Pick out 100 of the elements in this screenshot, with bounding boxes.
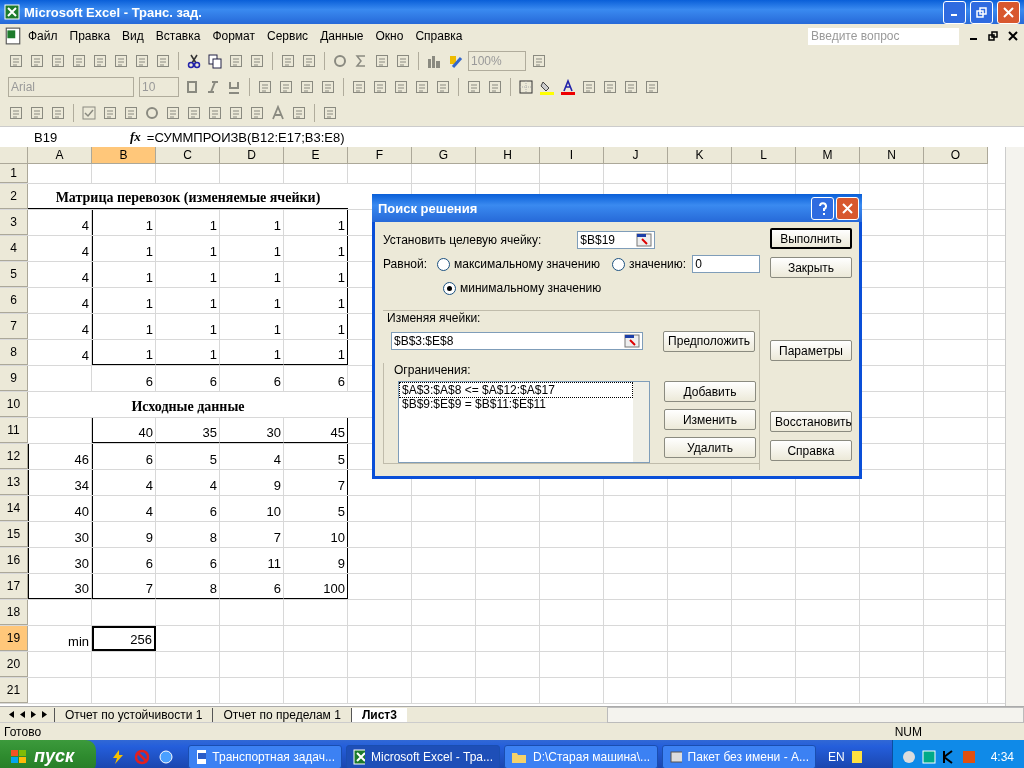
column-header[interactable]: D	[220, 147, 284, 164]
dialog-button[interactable]: Восстановить	[770, 411, 852, 432]
row-header[interactable]: 3	[0, 210, 28, 235]
fill-color-icon[interactable]	[539, 79, 555, 95]
row-header[interactable]: 18	[0, 600, 28, 625]
help-search-field[interactable]: Введите вопрос	[808, 27, 959, 45]
select-all-corner[interactable]	[0, 147, 28, 164]
close-button[interactable]	[836, 196, 859, 220]
row-header[interactable]: 10	[0, 392, 28, 417]
underline-icon[interactable]	[226, 79, 242, 95]
column-header[interactable]: M	[796, 147, 860, 164]
row-header[interactable]: 4	[0, 236, 28, 261]
radio-button[interactable]	[612, 257, 625, 271]
row-header[interactable]: 5	[0, 262, 28, 287]
constraint-button[interactable]: Изменить	[664, 409, 756, 430]
menu-item[interactable]: Вставка	[149, 27, 207, 45]
name-box[interactable]: B19	[0, 129, 86, 145]
menu-item[interactable]: Файл	[22, 27, 64, 45]
column-header[interactable]: B	[92, 147, 156, 164]
tray-icon[interactable]	[900, 748, 917, 765]
column-header[interactable]: A	[28, 147, 92, 164]
row-header[interactable]: 20	[0, 652, 28, 677]
radio-label[interactable]: минимальному значению	[460, 281, 602, 295]
dialog-button[interactable]: Справка	[770, 440, 852, 461]
constraint-item[interactable]: $A$3:$A$8 <= $A$12:$A$17	[400, 383, 632, 397]
column-header[interactable]: E	[284, 147, 348, 164]
letter-icon[interactable]	[270, 105, 286, 121]
menu-item[interactable]: Формат	[206, 27, 262, 45]
restore-icon[interactable]	[988, 31, 998, 41]
close-button[interactable]	[997, 0, 1020, 24]
formula-field[interactable]: =СУММПРОИЗВ(B12:E17;B3:E8)	[146, 129, 345, 145]
checkbox-icon[interactable]	[81, 105, 97, 121]
column-header[interactable]: F	[348, 147, 412, 164]
row-header[interactable]: 17	[0, 574, 28, 599]
menu-item[interactable]: Сервис	[261, 27, 315, 45]
sheet-tab[interactable]: Лист3	[350, 707, 407, 722]
start-button[interactable]: пуск	[0, 740, 96, 768]
question-mark-icon[interactable]	[817, 201, 828, 215]
row-header[interactable]: 1	[0, 164, 28, 183]
column-header[interactable]: H	[476, 147, 540, 164]
constraint-button[interactable]: Добавить	[664, 381, 756, 402]
chart-icon[interactable]	[426, 53, 442, 69]
restore-button[interactable]	[970, 0, 993, 24]
flag-icon[interactable]	[10, 748, 28, 765]
value-field[interactable]: 0	[692, 255, 760, 273]
copy-icon[interactable]	[207, 53, 223, 69]
row-header[interactable]: 2	[0, 184, 28, 209]
column-header[interactable]: L	[732, 147, 796, 164]
font-color-icon[interactable]	[560, 79, 576, 95]
row-header[interactable]: 13	[0, 470, 28, 495]
minimize-button[interactable]	[943, 0, 966, 24]
column-header[interactable]: J	[604, 147, 668, 164]
column-header[interactable]: O	[924, 147, 988, 164]
guess-button[interactable]: Предположить	[663, 330, 755, 352]
radio-label[interactable]: значению:	[629, 257, 687, 271]
lightning-icon[interactable]	[110, 748, 126, 765]
help-button[interactable]	[811, 196, 834, 220]
prohibited-icon[interactable]	[134, 748, 150, 765]
row-header[interactable]: 8	[0, 340, 28, 365]
borders-icon[interactable]	[518, 79, 534, 95]
row-header[interactable]: 15	[0, 522, 28, 547]
row-header[interactable]: 11	[0, 418, 28, 443]
column-header[interactable]: I	[540, 147, 604, 164]
taskbar-button[interactable]: Microsoft Excel - Тра...	[346, 744, 500, 768]
italic-icon[interactable]	[205, 79, 221, 95]
column-header[interactable]: C	[156, 147, 220, 164]
radio-button[interactable]	[443, 281, 456, 295]
row-header[interactable]: 9	[0, 366, 28, 391]
taskbar-button[interactable]: Пакет без имени - А...	[662, 744, 816, 768]
column-header[interactable]: G	[412, 147, 476, 164]
row-header[interactable]: 6	[0, 288, 28, 313]
horizontal-scrollbar[interactable]	[607, 706, 1024, 723]
menu-item[interactable]: Окно	[369, 27, 410, 45]
language-indicator[interactable]: EN	[828, 749, 845, 764]
column-header[interactable]: N	[860, 147, 924, 164]
row-header[interactable]: 7	[0, 314, 28, 339]
range-picker-icon[interactable]	[636, 233, 653, 247]
close-icon[interactable]	[1008, 31, 1018, 41]
row-header[interactable]: 19	[0, 626, 28, 651]
vertical-scrollbar[interactable]	[1005, 147, 1024, 706]
constraint-button[interactable]: Удалить	[664, 437, 756, 458]
drawing-icon[interactable]	[447, 53, 463, 69]
radio-button[interactable]	[437, 257, 450, 271]
changing-cells-field[interactable]: $B$3:$E$8	[391, 332, 643, 350]
range-picker-icon[interactable]	[624, 334, 640, 348]
row-header[interactable]: 12	[0, 444, 28, 469]
constraints-list[interactable]: $A$3:$A$8 <= $A$12:$A$17 $B$9:$E$9 = $B$11:$E$11	[398, 381, 650, 463]
menu-item[interactable]: Справка	[409, 27, 469, 45]
row-header[interactable]: 21	[0, 678, 28, 703]
workbook-icon[interactable]	[4, 27, 22, 45]
list-scrollbar[interactable]	[633, 382, 649, 462]
taskbar-button[interactable]: Транспортная задач...	[188, 744, 342, 768]
circle-icon[interactable]	[144, 105, 160, 121]
row-header[interactable]: 16	[0, 548, 28, 573]
dialog-button[interactable]: Выполнить	[770, 228, 852, 249]
column-header[interactable]: K	[668, 147, 732, 164]
menu-item[interactable]: Данные	[314, 27, 370, 45]
insert-function-button[interactable]: fx	[130, 129, 141, 145]
dialog-button[interactable]: Закрыть	[770, 257, 852, 278]
radio-label[interactable]: максимальному значению	[454, 257, 600, 271]
